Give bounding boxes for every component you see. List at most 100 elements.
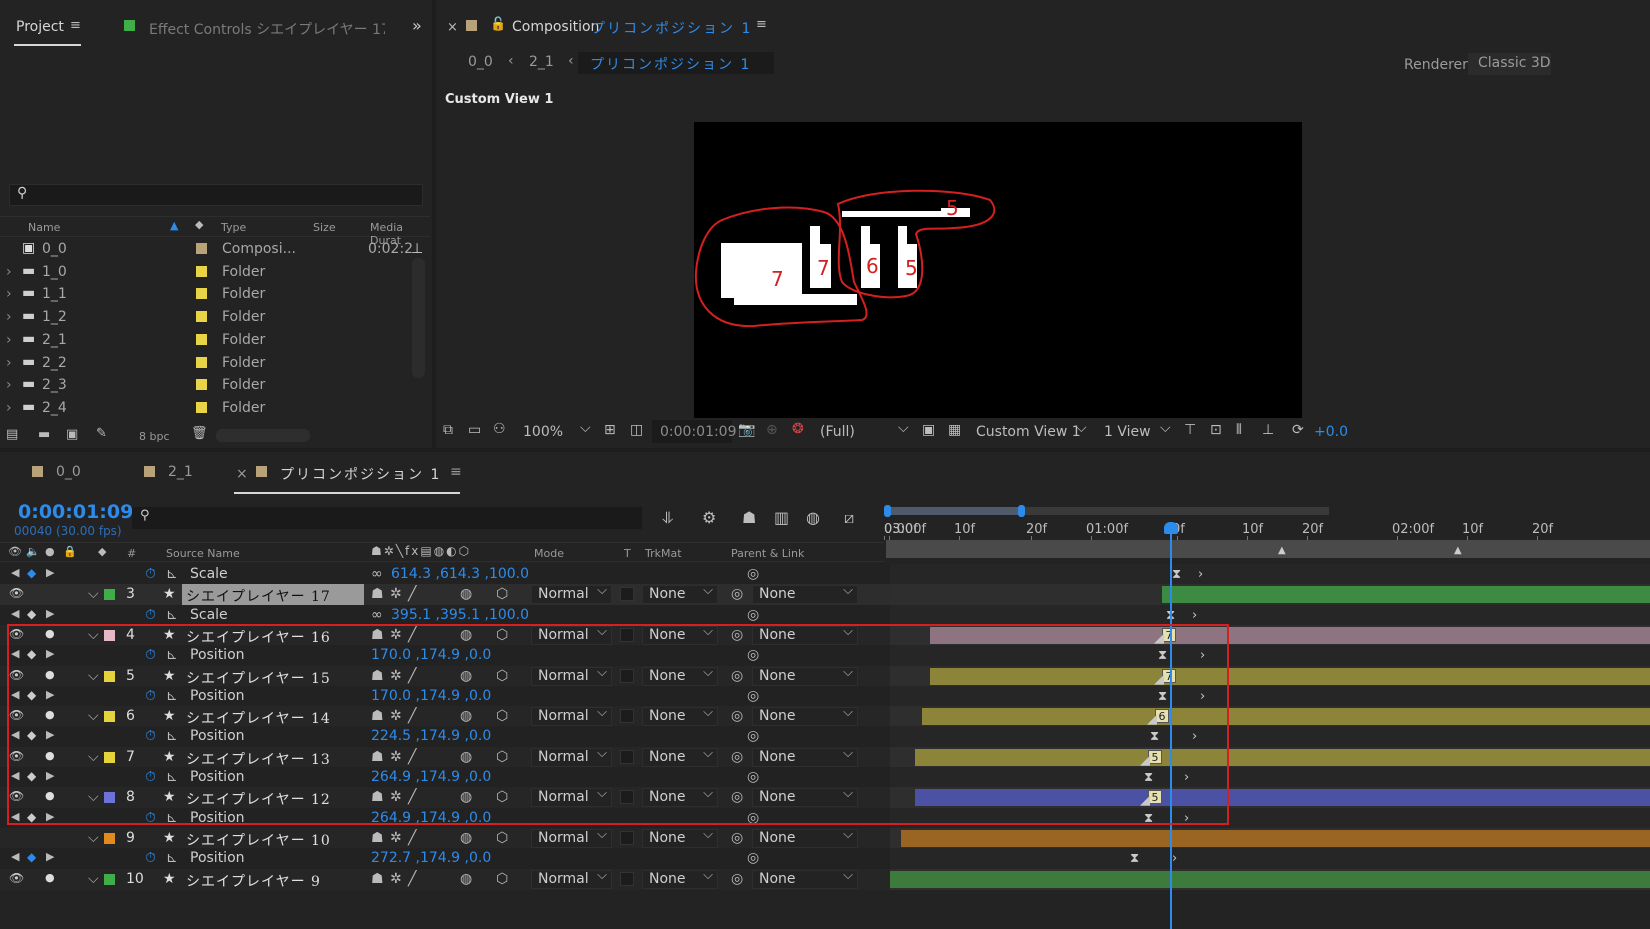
col-source-name[interactable]: Source Name: [166, 547, 240, 560]
motion-blur-switch-icon[interactable]: ◍: [460, 871, 472, 887]
stopwatch-icon[interactable]: ⏱: [145, 607, 156, 623]
bit-depth-button[interactable]: 8 bpc: [139, 430, 170, 443]
expand-arrow-icon[interactable]: ›: [6, 400, 12, 416]
resolution-select[interactable]: (Full): [820, 424, 855, 440]
work-area-range[interactable]: [886, 507, 1022, 515]
keyframe-icon[interactable]: ›: [1198, 567, 1203, 582]
motion-blur-switch-icon[interactable]: ◍: [460, 830, 472, 846]
fit-icon[interactable]: ⊞: [604, 422, 616, 438]
graph-icon[interactable]: ⊾: [166, 607, 178, 623]
transparency-grid-icon[interactable]: ▦: [948, 422, 961, 438]
work-area-bar[interactable]: [886, 540, 1650, 558]
parent-dropdown[interactable]: None: [752, 583, 858, 605]
comp-flowchart-icon[interactable]: ⊡: [1210, 422, 1222, 438]
label-swatch[interactable]: [196, 288, 207, 300]
label-swatch[interactable]: [196, 379, 207, 391]
expression-pickwhip-icon[interactable]: ◎: [747, 607, 759, 623]
reset-exposure-icon[interactable]: ⟳: [1292, 422, 1304, 438]
property-track[interactable]: ⧗›: [890, 564, 1650, 585]
color-channels-icon[interactable]: ❂: [792, 421, 804, 437]
camera-icon[interactable]: 📷: [738, 422, 755, 438]
project-item[interactable]: › ▬ 1_0 Folder: [0, 261, 430, 284]
preserve-transparency-checkbox[interactable]: [620, 587, 634, 602]
time-ruler[interactable]: 0:00f 10f 20f 01:00f 0f 10f 20f 02:00f 10f 20f 03:…: [884, 502, 1650, 562]
expression-pickwhip-icon[interactable]: ◎: [747, 566, 759, 582]
view-select[interactable]: Custom View 1: [976, 424, 1081, 440]
marker-icon[interactable]: ▲: [1454, 545, 1462, 556]
label-swatch[interactable]: [196, 311, 207, 323]
col-name[interactable]: Name: [28, 221, 60, 234]
label-swatch[interactable]: [196, 265, 207, 277]
layer-duration-bar[interactable]: [901, 829, 1650, 847]
solo-icon[interactable]: ●: [45, 871, 55, 884]
project-item[interactable]: › ▬ 2_1 Folder: [0, 329, 430, 352]
hamburger-icon[interactable]: ≡: [756, 17, 767, 32]
keyframe-add-icon[interactable]: ◆: [27, 566, 36, 580]
col-size[interactable]: Size: [313, 221, 336, 234]
composition-viewer[interactable]: 7 7 6 5 5: [694, 122, 1302, 418]
zoom-select[interactable]: 100%: [523, 424, 563, 440]
crumb-0[interactable]: 0_0: [468, 54, 493, 70]
parent-pickwhip-icon[interactable]: ◎: [731, 830, 743, 846]
layer-row[interactable]: 👁 ● ⌵ 10 ★ シエイプレイヤー 9 ☗ ✲ ╱ ◍ ⬡ Normal None ◎ None: [0, 868, 930, 891]
label-swatch[interactable]: [196, 243, 207, 254]
trkmat-dropdown[interactable]: None: [642, 583, 718, 605]
keyframe-add-icon[interactable]: ◆: [27, 607, 36, 621]
trkmat-dropdown[interactable]: None: [642, 868, 718, 889]
layer-duration-bar[interactable]: [890, 870, 1650, 888]
quality-switch-icon[interactable]: ╱: [408, 586, 416, 602]
property-value[interactable]: 272.7 ,174.9 ,0.0: [371, 850, 491, 866]
layer-name[interactable]: シエイプレイヤー 9: [186, 871, 321, 891]
preserve-transparency-checkbox[interactable]: [620, 830, 634, 845]
expand-arrow-icon[interactable]: ›: [6, 355, 12, 371]
keyframe-nav-prev-icon[interactable]: ◀: [11, 850, 19, 863]
layer-name[interactable]: シエイプレイヤー 17: [186, 586, 331, 606]
shy-switch-icon[interactable]: ☗: [371, 871, 384, 887]
eye-icon[interactable]: 👁: [9, 586, 24, 600]
expand-arrow-icon[interactable]: ›: [6, 377, 12, 393]
project-item[interactable]: › ▬ 2_2 Folder: [0, 352, 430, 375]
parent-pickwhip-icon[interactable]: ◎: [731, 586, 743, 602]
layer-label-swatch[interactable]: [104, 832, 115, 844]
expand-arrow-icon[interactable]: ⌵: [88, 830, 99, 846]
expand-arrow-icon[interactable]: ›: [6, 332, 12, 348]
quality-switch-icon[interactable]: ╱: [408, 830, 416, 846]
layer-name[interactable]: シエイプレイヤー 10: [186, 830, 331, 850]
expand-arrow-icon[interactable]: ⌵: [88, 586, 99, 602]
property-value[interactable]: 614.3 ,614.3 ,100.0: [391, 566, 529, 582]
always-preview-icon[interactable]: ⧉: [443, 422, 453, 438]
motion-blur-switch-icon[interactable]: ◍: [460, 586, 472, 602]
frame-blending-icon[interactable]: ▥: [774, 508, 789, 527]
project-item[interactable]: › ▬ 2_3 Folder: [0, 374, 430, 397]
layer-track[interactable]: [890, 584, 1650, 606]
trkmat-dropdown[interactable]: None: [642, 827, 718, 848]
layer-row[interactable]: 👁 ⌵ 3 ★ シエイプレイヤー 17 ☗ ✲ ╱ ◍ ⬡ Normal None ◎ None: [0, 583, 930, 606]
keyframe-nav-prev-icon[interactable]: ◀: [11, 566, 19, 579]
3d-layer-icon[interactable]: ⬡: [496, 830, 508, 846]
mode-dropdown[interactable]: Normal: [531, 868, 612, 889]
graph-editor-icon[interactable]: ⧄: [844, 508, 854, 528]
property-row[interactable]: ◀ ◆ ▶ ⏱ ⊾ Scale ∞ 614.3 ,614.3 ,100.0 ◎: [0, 564, 930, 585]
close-tab-icon[interactable]: ×: [236, 466, 248, 482]
project-item[interactable]: › ▬ 2_4 Folder: [0, 397, 430, 420]
collapse-switch-icon[interactable]: ✲: [390, 871, 402, 887]
preserve-transparency-checkbox[interactable]: [620, 871, 634, 886]
current-time[interactable]: 0:00:01:09: [660, 424, 737, 440]
graph-icon[interactable]: ⊾: [166, 850, 178, 866]
region-icon[interactable]: ◫: [630, 422, 643, 438]
property-row[interactable]: ◀ ◆ ▶ ⏱ ⊾ Scale ∞ 395.1 ,395.1 ,100.0 ◎: [0, 604, 930, 626]
mode-dropdown[interactable]: Normal: [531, 583, 612, 605]
expression-pickwhip-icon[interactable]: ◎: [747, 850, 759, 866]
mask-visibility-icon[interactable]: ⚇: [493, 421, 506, 437]
link-icon[interactable]: ∞: [371, 607, 383, 623]
fast-preview-icon[interactable]: ▣: [922, 422, 935, 438]
stopwatch-icon[interactable]: ⏱: [145, 566, 156, 582]
expand-arrow-icon[interactable]: ›: [6, 309, 12, 325]
keyframe-icon[interactable]: ›: [1192, 608, 1197, 623]
trash-icon[interactable]: 🗑: [191, 426, 208, 441]
3d-layer-icon[interactable]: ⬡: [496, 586, 508, 602]
tab-composition-name[interactable]: プリコンポジション 1: [591, 18, 752, 38]
expand-arrow-icon[interactable]: ›: [6, 264, 12, 280]
keyframe-icon[interactable]: ›: [1172, 851, 1177, 866]
close-tab-icon[interactable]: ×: [447, 20, 458, 35]
